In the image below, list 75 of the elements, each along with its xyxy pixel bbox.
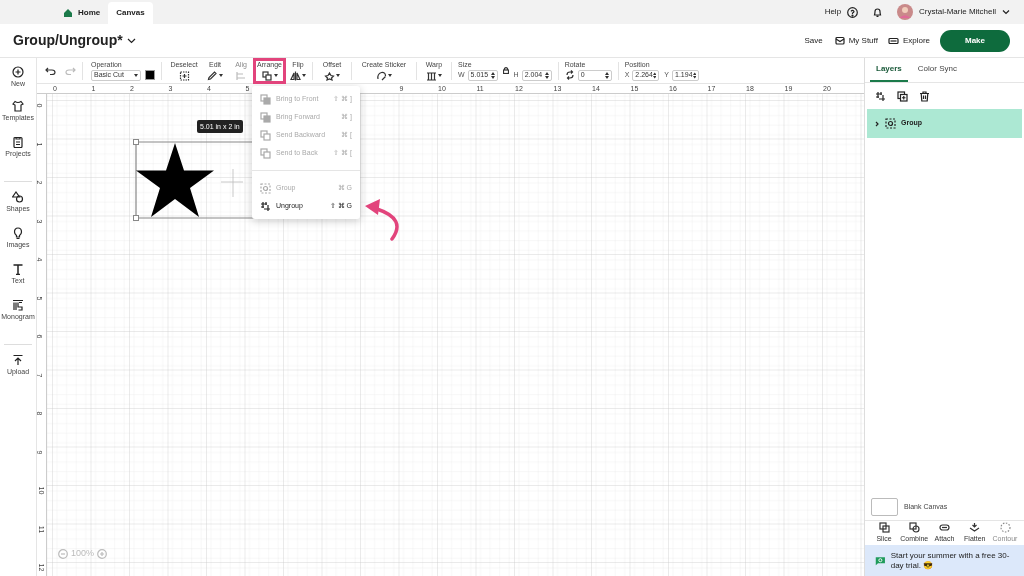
shirt-icon <box>12 100 24 112</box>
tray-icon <box>834 36 845 45</box>
explore-button[interactable]: Explore <box>887 34 930 47</box>
save-button[interactable]: Save <box>804 34 823 47</box>
tab[interactable]: Color Sync <box>911 57 963 82</box>
redo-icon <box>65 66 76 75</box>
pencil-icon <box>207 70 218 81</box>
project-title[interactable]: Group/Ungroup* <box>13 30 123 51</box>
layers-icon <box>260 93 271 105</box>
tab[interactable]: Layers <box>870 57 908 82</box>
color-swatch[interactable] <box>145 70 155 80</box>
lightbulb-icon <box>12 227 24 239</box>
caret-icon <box>302 74 306 77</box>
chevron-down-icon[interactable] <box>1002 9 1010 15</box>
help-icon[interactable] <box>847 6 859 18</box>
caret-icon <box>273 74 278 77</box>
warp-icon <box>426 70 437 81</box>
stepper-icon <box>604 71 609 79</box>
user-name[interactable]: Crystal-Marie Mitchell <box>919 6 996 18</box>
dashed-circle-icon <box>999 521 1011 533</box>
sticker-icon <box>376 70 387 81</box>
trash-icon[interactable] <box>919 90 930 102</box>
zoom-level: 100% <box>71 547 95 560</box>
caret-icon <box>438 74 442 77</box>
ungroup-icon <box>260 200 271 212</box>
help-link[interactable]: Help <box>824 6 842 18</box>
layers-icon <box>260 147 271 159</box>
attach-icon <box>939 521 950 533</box>
monogram-icon <box>12 299 24 311</box>
stepper-icon <box>490 71 495 79</box>
avatar[interactable] <box>897 4 914 20</box>
canvas-thumbnail[interactable] <box>871 498 898 516</box>
star-shape[interactable] <box>136 143 214 217</box>
flatten-icon <box>969 521 981 533</box>
letter-t-icon <box>12 263 24 275</box>
stepper-icon <box>652 71 657 79</box>
stepper-icon <box>692 71 696 79</box>
promo-banner[interactable]: Start your summer with a free 30-day trial. 😎 <box>865 545 1024 576</box>
group-icon <box>260 182 271 194</box>
caret-icon <box>388 74 392 77</box>
shapes-icon <box>12 191 24 203</box>
offset-icon <box>324 70 335 81</box>
combine-icon <box>908 521 920 533</box>
crosshair-icon <box>221 169 243 197</box>
tab[interactable]: Home <box>55 2 109 24</box>
lock-icon[interactable] <box>502 66 509 74</box>
slice-icon <box>878 521 890 533</box>
machine-icon <box>887 36 899 45</box>
layers-icon <box>261 70 273 81</box>
align-icon <box>235 70 247 81</box>
ungroup-icon[interactable] <box>875 90 886 102</box>
duplicate-icon[interactable] <box>897 90 908 102</box>
plus-circle-icon <box>12 66 24 78</box>
make-button[interactable]: Make <box>940 29 1010 52</box>
house-icon <box>63 8 73 18</box>
chevron-right-icon[interactable] <box>874 120 880 127</box>
flip-icon <box>290 70 301 81</box>
rotate-icon <box>564 70 575 80</box>
chevron-down-icon[interactable] <box>126 37 136 44</box>
bell-icon[interactable] <box>872 6 884 18</box>
stepper-icon <box>544 71 549 79</box>
promo-text: Start your summer with a free 30-day trial. 😎 <box>890 550 1011 571</box>
chat-badge-icon <box>875 554 886 567</box>
caret-icon <box>134 73 138 77</box>
caret-icon <box>336 74 340 77</box>
clipboard-icon <box>12 136 24 148</box>
undo-icon[interactable] <box>45 66 56 75</box>
upload-icon <box>12 354 24 366</box>
tab[interactable]: Canvas <box>108 2 153 24</box>
layers-icon <box>260 129 271 141</box>
my-stuff-button[interactable]: My Stuff <box>834 34 878 47</box>
caret-icon <box>219 74 223 77</box>
dashed-square-icon <box>178 70 190 81</box>
layers-icon <box>260 111 271 123</box>
group-icon <box>885 118 896 129</box>
